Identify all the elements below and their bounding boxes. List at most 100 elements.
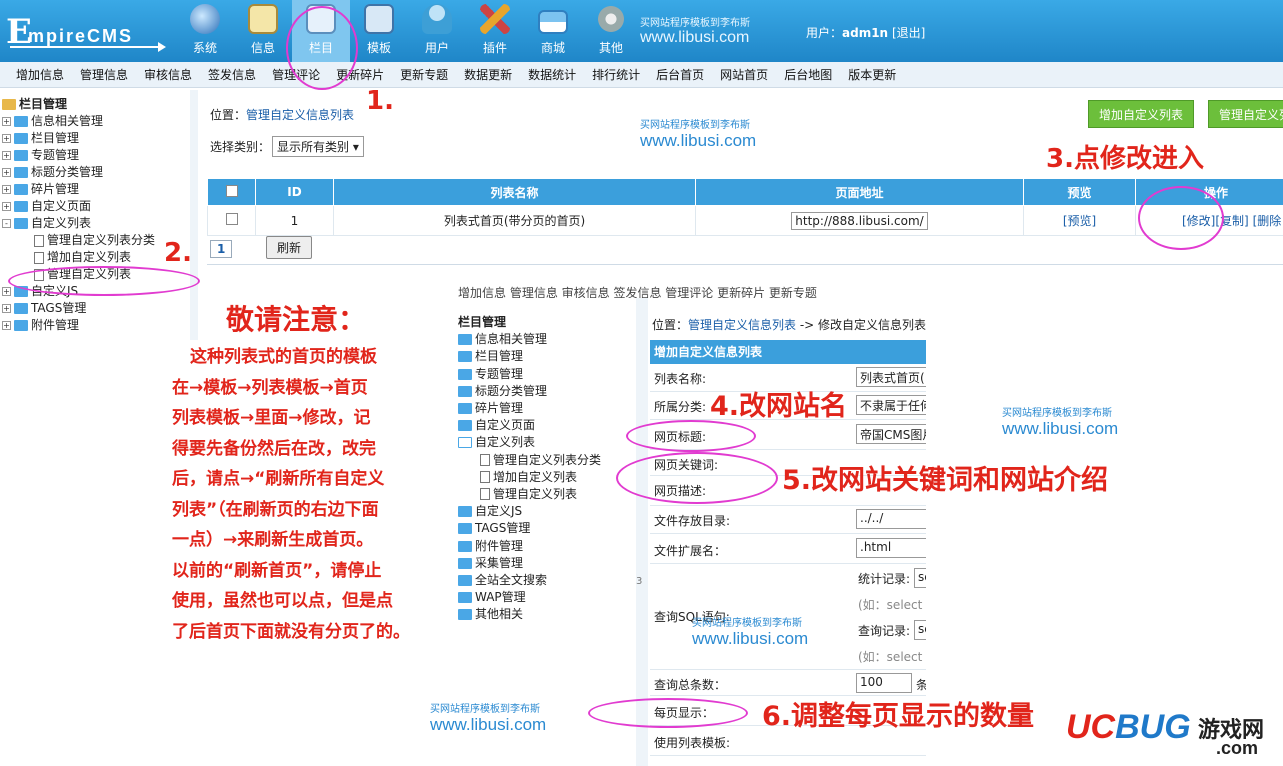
sql-query-input[interactable]: se: [914, 620, 926, 640]
plus-icon[interactable]: +: [2, 151, 11, 160]
logo-com: .com: [1216, 738, 1259, 758]
inset-divider[interactable]: [636, 298, 648, 766]
sql-query-label: 查询记录:: [858, 624, 911, 638]
subnav-item[interactable]: 后台首页: [656, 66, 704, 83]
page-number[interactable]: 1: [210, 240, 233, 258]
row-name: 列表式首页(带分页的首页): [333, 205, 696, 236]
delete-link[interactable]: [删除: [1253, 214, 1282, 228]
nav-plugin[interactable]: 插件: [466, 0, 524, 62]
nav-user[interactable]: 用户: [408, 0, 466, 62]
subnav-item[interactable]: 版本更新: [848, 66, 896, 83]
subnav-item[interactable]: 后台地图: [784, 66, 832, 83]
subnav-item[interactable]: 增加信息: [16, 66, 64, 83]
nav-info[interactable]: 信息: [234, 0, 292, 62]
inset-tree-item[interactable]: 其他相关: [458, 606, 636, 623]
tree-child-label: 管理自定义列表分类: [47, 233, 156, 247]
plus-icon[interactable]: +: [2, 304, 11, 313]
select-all-checkbox[interactable]: [225, 184, 238, 197]
plus-icon[interactable]: +: [2, 321, 11, 330]
category-filter: 选择类别： 显示所有类别 ▾: [210, 136, 364, 157]
minus-icon[interactable]: -: [2, 219, 11, 228]
inset-tree-child[interactable]: 管理自定义列表: [458, 486, 636, 503]
inset-tree-item[interactable]: 专题管理: [458, 366, 636, 383]
subnav-item[interactable]: 网站首页: [720, 66, 768, 83]
tree-item-label: 标题分类管理: [31, 165, 104, 179]
pane-bottom-line: [207, 264, 1283, 265]
inset-tree-item[interactable]: 自定义JS: [458, 503, 636, 520]
inset-tree-child[interactable]: 管理自定义列表分类: [458, 452, 636, 469]
sidebar-divider[interactable]: [190, 90, 198, 340]
nav-system[interactable]: 系统: [176, 0, 234, 62]
subnav-item[interactable]: 更新专题: [400, 66, 448, 83]
subnav-item[interactable]: 审核信息: [144, 66, 192, 83]
inset-tree-item[interactable]: 采集管理: [458, 555, 636, 572]
notice-line: 列表模板→里面→修改，记: [172, 408, 371, 428]
nav-template[interactable]: 模板: [350, 0, 408, 62]
col-check[interactable]: [207, 178, 256, 206]
logout-link[interactable]: [退出]: [892, 26, 925, 40]
inset-breadcrumb-label: 位置：: [652, 318, 689, 332]
inset-tree-child[interactable]: 增加自定义列表: [458, 469, 636, 486]
folder-icon: [458, 351, 472, 363]
inset-tree-item[interactable]: 标题分类管理: [458, 383, 636, 400]
inset-tree-item[interactable]: TAGS管理: [458, 520, 636, 537]
sql-count-input[interactable]: se: [914, 568, 926, 588]
tree-item[interactable]: + 自定义页面: [0, 198, 192, 215]
total-input[interactable]: 100: [856, 673, 912, 693]
subnav-item[interactable]: 数据更新: [464, 66, 512, 83]
inset-tree-label: 附件管理: [475, 538, 524, 553]
ext-input[interactable]: .html: [856, 538, 926, 558]
inset-tree-item[interactable]: 附件管理: [458, 537, 636, 554]
preview-link[interactable]: [预览]: [1063, 214, 1096, 228]
breadcrumb-link[interactable]: 管理自定义信息列表: [246, 108, 354, 122]
page-title-input[interactable]: 帝国CMS图片: [856, 424, 926, 444]
subnav-item[interactable]: 签发信息: [208, 66, 256, 83]
inset-tree-item[interactable]: WAP管理: [458, 589, 636, 606]
inset-breadcrumb-link[interactable]: 管理自定义信息列表: [688, 318, 796, 332]
plus-icon[interactable]: +: [2, 202, 11, 211]
inset-tree-item[interactable]: 自定义列表: [458, 434, 636, 451]
tree-item[interactable]: + 专题管理: [0, 147, 192, 164]
inset-tree-item[interactable]: 全站全文搜索: [458, 572, 636, 589]
subnav-item[interactable]: 管理信息: [80, 66, 128, 83]
plus-icon[interactable]: +: [2, 134, 11, 143]
tree-item[interactable]: + 栏目管理: [0, 130, 192, 147]
add-list-button[interactable]: 增加自定义列表: [1088, 100, 1195, 128]
step2-label: 2.: [164, 238, 192, 268]
tree-item[interactable]: + 标题分类管理: [0, 164, 192, 181]
inset-tree-label: 自定义页面: [475, 418, 536, 433]
inset-tree-item[interactable]: 栏目管理: [458, 348, 636, 365]
manage-list-button[interactable]: 管理自定义列: [1208, 100, 1283, 128]
inset-tree-item[interactable]: 信息相关管理: [458, 331, 636, 348]
nav-label: 其他: [598, 41, 623, 55]
class-select[interactable]: 不隶属于任何: [856, 395, 926, 415]
tree-item[interactable]: + 碎片管理: [0, 181, 192, 198]
category-select[interactable]: 显示所有类别 ▾: [272, 136, 364, 157]
subnav-item[interactable]: 排行统计: [592, 66, 640, 83]
logo-uc: UC: [1066, 708, 1116, 746]
globe-icon: [190, 4, 220, 34]
inset-tree-item[interactable]: 碎片管理: [458, 400, 636, 417]
plus-icon[interactable]: +: [2, 117, 11, 126]
chevron-down-icon: ▾: [352, 140, 359, 154]
tree-item[interactable]: + TAGS管理: [0, 300, 192, 317]
tree-item-expanded[interactable]: - 自定义列表: [0, 215, 192, 232]
dir-input[interactable]: ../../: [856, 509, 926, 529]
inset-tree-item[interactable]: 自定义页面: [458, 417, 636, 434]
refresh-button[interactable]: 刷新: [266, 236, 313, 259]
notice-body: 这种列表式的首页的模板 在→模板→列表模板→首页 列表模板→里面→修改，记 得要…: [172, 342, 422, 647]
folder-icon: [458, 385, 472, 397]
nav-shop[interactable]: 商城: [524, 0, 582, 62]
subnav-item[interactable]: 数据统计: [528, 66, 576, 83]
nav-other[interactable]: 其他: [582, 0, 640, 62]
folder-icon: [458, 506, 472, 518]
plus-icon[interactable]: +: [2, 168, 11, 177]
step3-label: 3.点修改进入: [1046, 144, 1204, 174]
row-checkbox[interactable]: [225, 213, 238, 225]
tree-item[interactable]: + 信息相关管理: [0, 113, 192, 130]
plus-icon[interactable]: +: [2, 185, 11, 194]
tree-item[interactable]: + 附件管理: [0, 317, 192, 334]
list-name-input[interactable]: 列表式首页(: [856, 367, 926, 387]
url-field[interactable]: http://888.libusi.com/: [791, 211, 928, 230]
plus-icon[interactable]: +: [2, 287, 11, 296]
